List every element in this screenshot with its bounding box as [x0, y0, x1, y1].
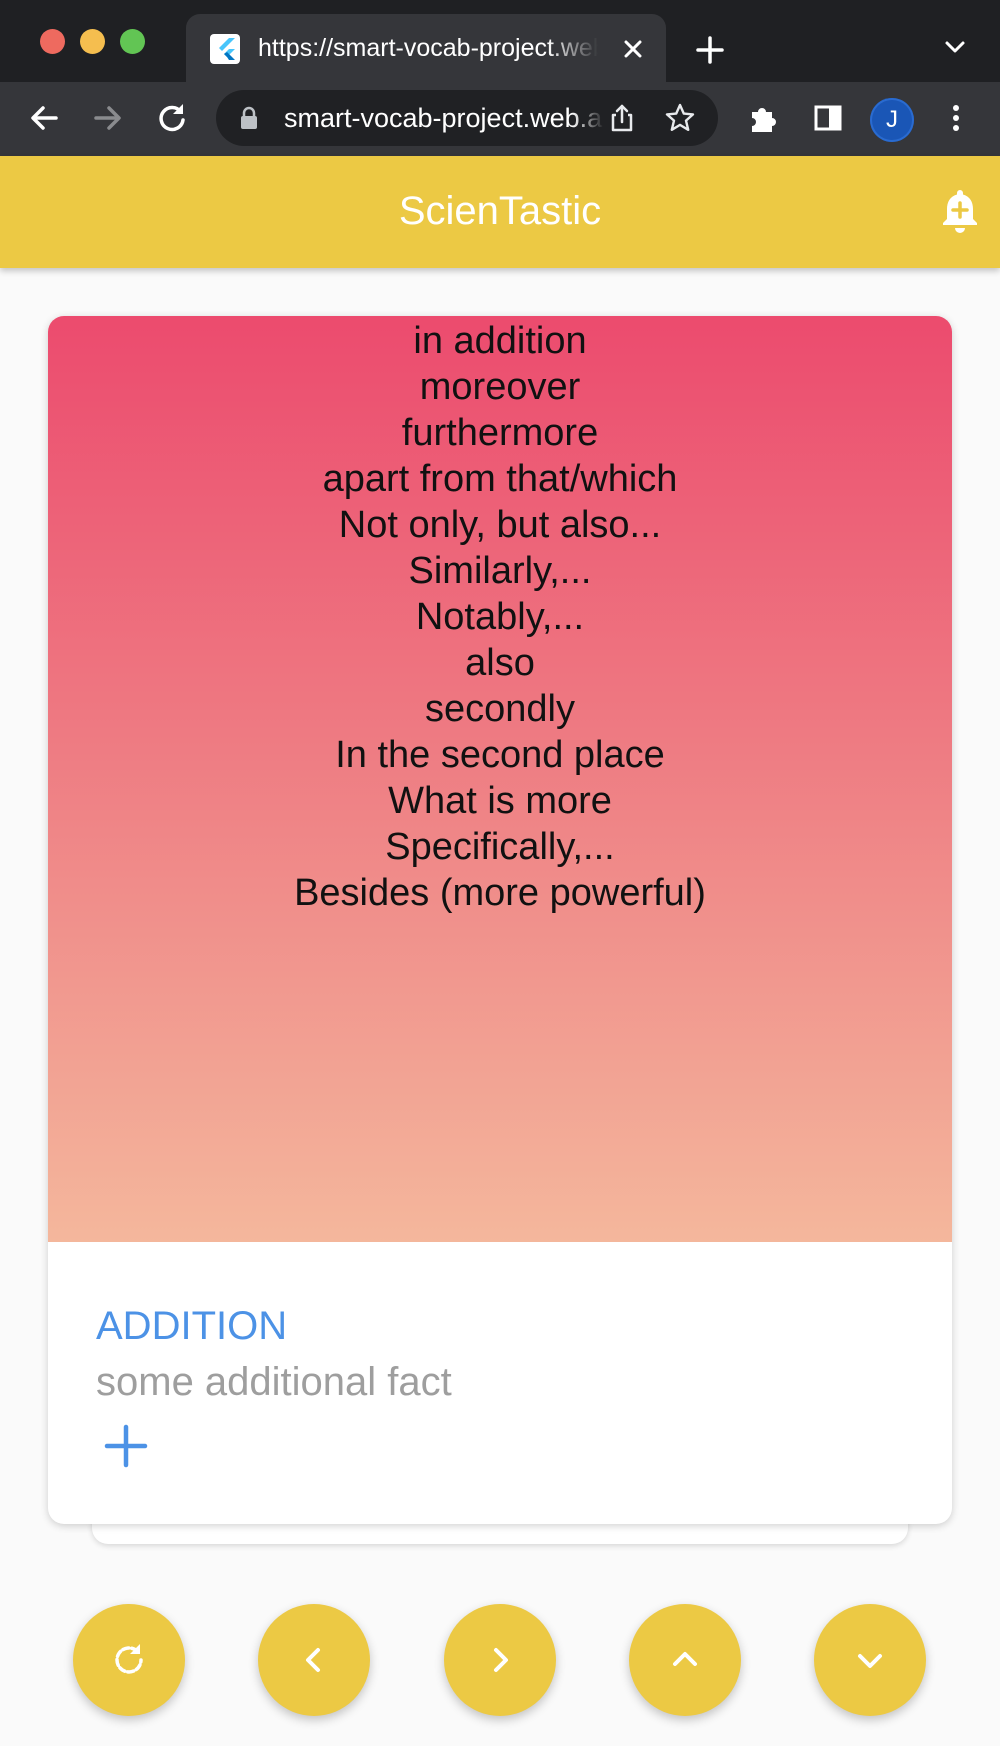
- back-arrow-icon[interactable]: [24, 98, 64, 138]
- phrase-item: moreover: [419, 366, 581, 408]
- close-tab-icon[interactable]: [618, 34, 648, 64]
- address-text: smart-vocab-project.web.app: [284, 103, 604, 133]
- phrase-item: Notably,...: [415, 596, 585, 638]
- chevron-left-icon: [306, 1648, 320, 1672]
- phrase-item: Similarly,...: [408, 550, 592, 592]
- tab-title: https://smart-vocab-project.web.app: [258, 34, 598, 62]
- card-fact: some additional fact: [96, 1360, 452, 1404]
- close-window-button[interactable]: [40, 29, 65, 54]
- next-card-button[interactable]: [444, 1604, 556, 1716]
- phrase-item: Specifically,...: [385, 826, 615, 868]
- phrase-item: secondly: [425, 688, 575, 730]
- browser-toolbar: smart-vocab-project.web.app J: [0, 82, 1000, 156]
- previous-card-button[interactable]: [258, 1604, 370, 1716]
- phrase-item: Not only, but also...: [338, 504, 662, 546]
- forward-arrow-icon[interactable]: [88, 98, 128, 138]
- share-icon[interactable]: [606, 102, 638, 134]
- add-icon[interactable]: [102, 1422, 150, 1470]
- phrase-item: apart from that/which: [322, 458, 678, 500]
- new-tab-icon[interactable]: [690, 30, 730, 70]
- flutter-favicon-icon: [210, 34, 240, 64]
- phrase-list: in addition moreover furthermore apart f…: [48, 318, 952, 916]
- tab-search-chevron-icon[interactable]: [940, 32, 970, 62]
- more-options-icon[interactable]: [936, 98, 976, 138]
- side-panel-icon[interactable]: [808, 98, 848, 138]
- flip-card-button[interactable]: [73, 1604, 185, 1716]
- minimize-window-button[interactable]: [80, 29, 105, 54]
- browser-titlebar: https://smart-vocab-project.web.app: [0, 0, 1000, 82]
- chevron-up-icon: [673, 1652, 697, 1666]
- lock-icon[interactable]: [238, 106, 260, 130]
- move-down-button[interactable]: [814, 1604, 926, 1716]
- rotate-icon: [115, 1644, 143, 1674]
- phrase-item: In the second place: [335, 734, 665, 776]
- bookmark-star-icon[interactable]: [664, 102, 696, 134]
- app-bar: ScienTastic: [0, 156, 1000, 268]
- browser-tab[interactable]: https://smart-vocab-project.web.app: [186, 14, 666, 82]
- chevron-down-icon: [858, 1654, 882, 1668]
- phrase-item: furthermore: [401, 412, 599, 454]
- phrase-item: in addition: [413, 320, 587, 362]
- phrase-item: Besides (more powerful): [294, 872, 706, 914]
- reload-icon[interactable]: [152, 98, 192, 138]
- phrase-item: also: [465, 642, 535, 684]
- card-front: in addition moreover furthermore apart f…: [48, 316, 952, 1242]
- app-title: ScienTastic: [398, 189, 602, 233]
- move-up-button[interactable]: [629, 1604, 741, 1716]
- vocab-card[interactable]: in addition moreover furthermore apart f…: [48, 316, 952, 1524]
- extensions-puzzle-icon[interactable]: [744, 98, 784, 138]
- phrase-item: What is more: [388, 780, 612, 822]
- add-notification-bell-icon[interactable]: [938, 186, 982, 234]
- chevron-right-icon: [494, 1648, 508, 1672]
- address-bar[interactable]: smart-vocab-project.web.app: [216, 90, 718, 146]
- maximize-window-button[interactable]: [120, 29, 145, 54]
- profile-avatar[interactable]: J: [870, 98, 914, 142]
- card-category: ADDITION: [96, 1304, 288, 1348]
